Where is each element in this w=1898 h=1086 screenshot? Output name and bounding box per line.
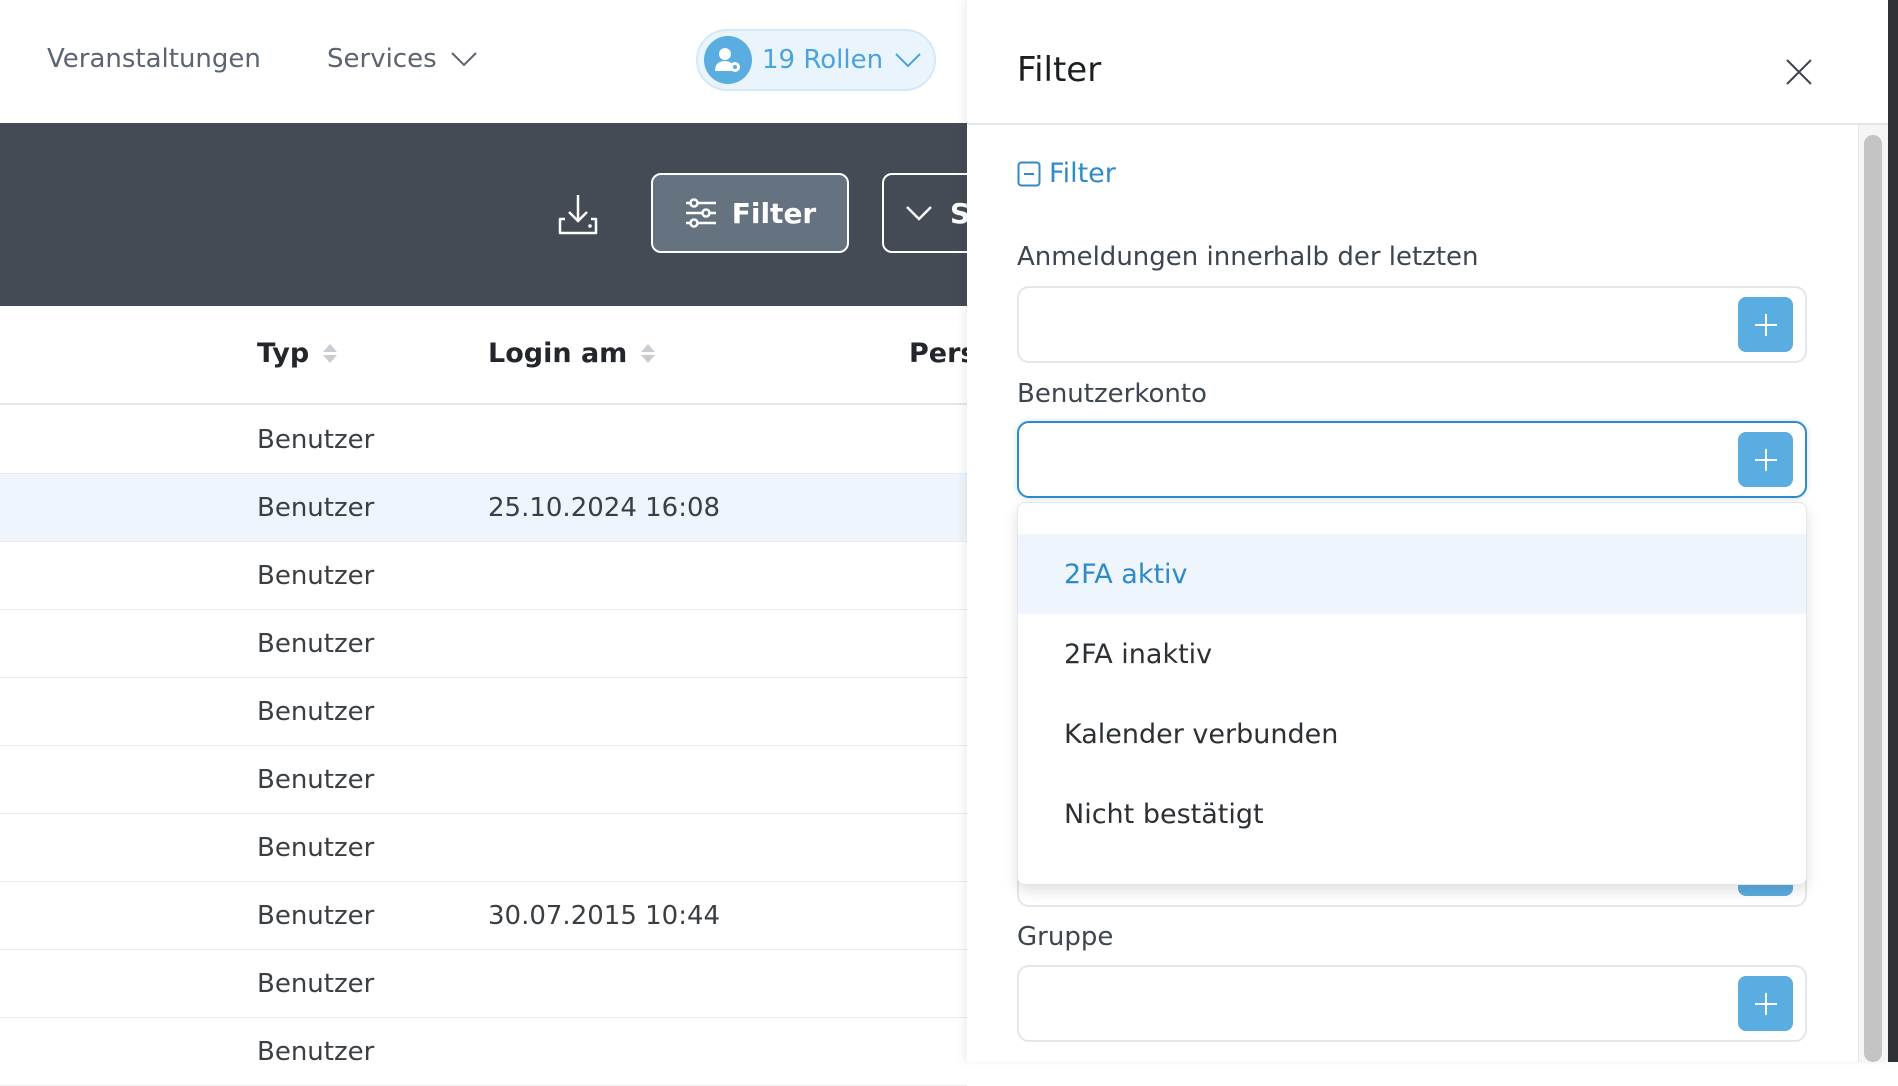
user-account-dropdown: 2FA aktiv 2FA inaktiv Kalender verbunden… bbox=[1017, 502, 1807, 885]
scrollbar-thumb[interactable] bbox=[1864, 135, 1882, 1062]
close-icon[interactable] bbox=[1785, 58, 1813, 86]
cell-typ: Benutzer bbox=[257, 765, 375, 795]
cell-typ: Benutzer bbox=[257, 561, 375, 591]
table-row[interactable]: Benutzer 30.07.2015 10:44 bbox=[0, 882, 967, 950]
top-nav: Veranstaltungen Services 19 Rollen bbox=[0, 0, 967, 123]
option-2fa-active[interactable]: 2FA aktiv bbox=[1018, 534, 1806, 614]
sort-icon bbox=[641, 344, 656, 363]
toolbar: Filter S bbox=[0, 123, 1002, 306]
option-2fa-inactive[interactable]: 2FA inaktiv bbox=[1018, 614, 1806, 694]
cell-typ: Benutzer bbox=[257, 629, 375, 659]
table-row[interactable]: Benutzer bbox=[0, 746, 967, 814]
window-edge bbox=[1888, 0, 1898, 1062]
table-row[interactable]: Benutzer bbox=[0, 950, 967, 1018]
plus-icon bbox=[1754, 313, 1777, 336]
cell-typ: Benutzer bbox=[257, 425, 375, 455]
add-button[interactable] bbox=[1738, 976, 1793, 1031]
filter-toggle[interactable]: Filter bbox=[1017, 158, 1116, 189]
cell-typ: Benutzer bbox=[257, 493, 375, 523]
option-not-confirmed[interactable]: Nicht bestätigt bbox=[1018, 774, 1806, 854]
panel-header: Filter bbox=[967, 0, 1888, 125]
plus-icon bbox=[1754, 448, 1777, 471]
table-row[interactable]: Benutzer bbox=[0, 406, 967, 474]
table-header: Typ Login am Pers bbox=[0, 306, 977, 405]
option-calendar-connected[interactable]: Kalender verbunden bbox=[1018, 694, 1806, 774]
add-button[interactable] bbox=[1738, 297, 1793, 352]
table-row[interactable]: Benutzer bbox=[0, 542, 967, 610]
user-account-input[interactable] bbox=[1017, 421, 1807, 498]
download-icon[interactable] bbox=[557, 193, 599, 237]
table-row[interactable]: Benutzer bbox=[0, 1018, 967, 1086]
sort-icon bbox=[323, 344, 338, 363]
filter-button[interactable]: Filter bbox=[651, 173, 849, 253]
filter-panel: Filter Filter Anmeldungen innerhalb der … bbox=[967, 0, 1898, 1062]
field-label: Gruppe bbox=[1017, 922, 1114, 952]
cell-typ: Benutzer bbox=[257, 969, 375, 999]
cell-typ: Benutzer bbox=[257, 901, 375, 931]
plus-icon bbox=[1754, 992, 1777, 1015]
column-typ[interactable]: Typ bbox=[257, 338, 338, 369]
add-button[interactable] bbox=[1738, 432, 1793, 487]
table-row[interactable]: Benutzer bbox=[0, 814, 967, 882]
roles-label: 19 Rollen bbox=[762, 45, 884, 75]
table-row[interactable]: Benutzer 25.10.2024 16:08 bbox=[0, 474, 967, 542]
nav-services[interactable]: Services bbox=[327, 44, 477, 74]
sliders-icon bbox=[685, 198, 716, 228]
column-label: Typ bbox=[257, 338, 310, 369]
chevron-down-icon bbox=[895, 53, 921, 68]
column-login[interactable]: Login am bbox=[488, 338, 656, 369]
group-input[interactable] bbox=[1017, 965, 1807, 1042]
collapse-icon bbox=[1017, 161, 1041, 186]
roles-button[interactable]: 19 Rollen bbox=[696, 29, 936, 91]
panel-title: Filter bbox=[1017, 50, 1102, 90]
chevron-down-icon bbox=[450, 52, 477, 67]
column-label: Login am bbox=[488, 338, 628, 369]
user-gear-icon bbox=[704, 36, 752, 84]
nav-veranstaltungen[interactable]: Veranstaltungen bbox=[47, 44, 261, 74]
cell-typ: Benutzer bbox=[257, 1037, 375, 1067]
nav-services-label: Services bbox=[327, 44, 437, 74]
field-label: Anmeldungen innerhalb der letzten bbox=[1017, 242, 1479, 272]
filter-toggle-label: Filter bbox=[1049, 158, 1116, 189]
chevron-down-icon bbox=[906, 206, 932, 221]
table-row[interactable]: Benutzer bbox=[0, 678, 967, 746]
logins-within-input[interactable] bbox=[1017, 286, 1807, 363]
cell-login: 30.07.2015 10:44 bbox=[488, 901, 721, 931]
cell-typ: Benutzer bbox=[257, 833, 375, 863]
table-row[interactable]: Benutzer bbox=[0, 610, 967, 678]
cell-login: 25.10.2024 16:08 bbox=[488, 493, 721, 523]
filter-button-label: Filter bbox=[731, 196, 817, 230]
cell-typ: Benutzer bbox=[257, 697, 375, 727]
field-label: Benutzerkonto bbox=[1017, 379, 1207, 409]
